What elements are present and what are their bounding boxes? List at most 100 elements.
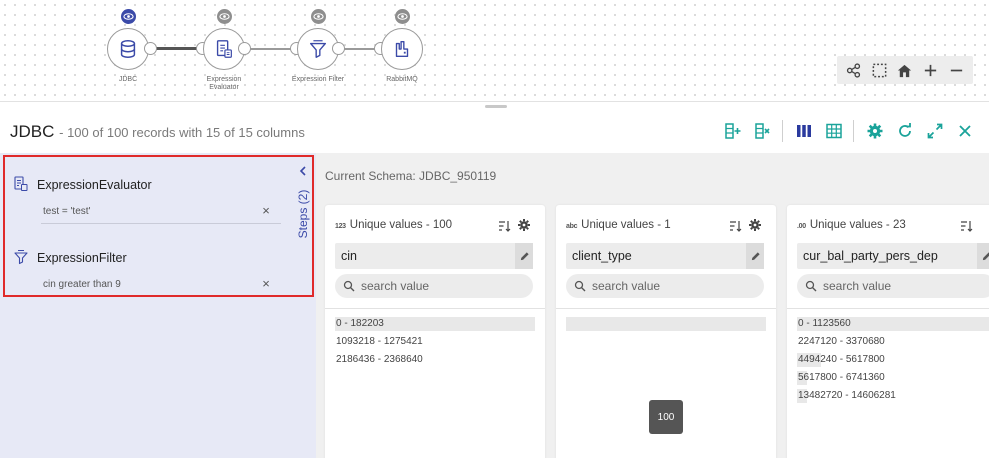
value-ranges	[566, 317, 766, 335]
count-tooltip: 100	[649, 400, 683, 434]
preview-header: JDBC - 100 of 100 records with 15 of 15 …	[0, 112, 989, 152]
search-input[interactable]	[361, 278, 521, 294]
node-label: RabbitMQ	[386, 76, 418, 83]
node-label: JDBC	[118, 76, 138, 83]
value-range-item[interactable]: 2186436 - 2368640	[335, 353, 535, 371]
node-output-port[interactable]	[238, 42, 251, 55]
column-header: 123 Unique values - 100 cin	[325, 205, 545, 309]
add-column-icon[interactable]	[719, 118, 747, 144]
zoom-out-icon[interactable]	[944, 58, 968, 82]
value-range-item[interactable]: 5617800 - 6741360	[797, 371, 989, 389]
range-bar	[566, 317, 766, 331]
current-schema: Current Schema: JDBC_950119	[325, 169, 497, 183]
range-label: 5617800 - 6741360	[798, 372, 885, 383]
toolbar-divider	[853, 120, 854, 142]
preview-eye-icon[interactable]	[217, 9, 232, 24]
edit-icon[interactable]	[515, 243, 533, 269]
pipeline-node-jdbc[interactable]	[107, 28, 149, 70]
select-box-icon[interactable]	[867, 58, 891, 82]
data-preview: Current Schema: JDBC_950119 123 Unique va…	[316, 153, 989, 458]
column-name-field[interactable]: cur_bal_party_pers_dep	[797, 243, 989, 269]
value-ranges: 0 - 182203 1093218 - 1275421 2186436 - 236…	[335, 317, 535, 371]
string-type-icon: abc	[566, 223, 578, 230]
filter-icon	[309, 40, 327, 58]
gear-icon[interactable]	[517, 218, 531, 232]
chevron-left-icon[interactable]	[297, 165, 309, 177]
zoom-in-icon[interactable]	[919, 58, 943, 82]
column-card: 123Unique values - 100 cin 0 - 182203 109…	[325, 205, 545, 458]
pipeline-node-rabbitmq[interactable]	[381, 28, 423, 70]
search-field[interactable]	[335, 274, 533, 298]
step-title: ExpressionFilter	[37, 251, 127, 265]
column-name: cin	[341, 249, 357, 263]
table-view-icon[interactable]	[820, 118, 848, 144]
steps-label: Steps (2)	[296, 189, 310, 239]
stage-title: JDBC	[10, 122, 55, 141]
search-input[interactable]	[592, 278, 752, 294]
value-range-item[interactable]: 13482720 - 14606281	[797, 389, 989, 407]
value-range-item[interactable]: 0 - 182203	[335, 317, 535, 335]
sort-icon[interactable]	[497, 219, 511, 233]
decimal-type-icon: .00	[797, 223, 806, 230]
preview-eye-icon[interactable]	[121, 9, 136, 24]
value-range-item[interactable]: 0 - 1123560	[797, 317, 989, 335]
settings-icon[interactable]	[861, 118, 889, 144]
preview-eye-icon[interactable]	[395, 9, 410, 24]
toolbar-divider	[782, 120, 783, 142]
unique-values: .00 Unique values - 23	[797, 219, 906, 231]
column-header: .00 Unique values - 23 cur_bal_party_pers…	[787, 205, 989, 309]
value-range-item[interactable]: 2247120 - 3370680	[797, 335, 989, 353]
preview-eye-icon[interactable]	[311, 9, 326, 24]
step-title: ExpressionEvaluator	[37, 178, 152, 192]
numeric-type-icon: 123	[335, 223, 346, 230]
share-nodes-icon[interactable]	[842, 58, 866, 82]
range-label: 4494240 - 5617800	[798, 354, 885, 365]
remove-step-icon[interactable]: ×	[259, 203, 273, 218]
column-name-field[interactable]: cin	[335, 243, 533, 269]
preview-toolbar	[717, 118, 979, 144]
node-output-port[interactable]	[332, 42, 345, 55]
column-card: .00 Unique values - 23 cur_bal_party_pers…	[787, 205, 989, 458]
gear-icon[interactable]	[748, 218, 762, 232]
column-name: client_type	[572, 249, 632, 263]
range-label: 1093218 - 1275421	[336, 336, 423, 347]
search-field[interactable]	[797, 274, 989, 298]
value-range-item[interactable]: 4494240 - 5617800	[797, 353, 989, 371]
value-range-item[interactable]: 1093218 - 1275421	[335, 335, 535, 353]
remove-step-icon[interactable]: ×	[259, 276, 273, 291]
value-range-item[interactable]	[566, 317, 766, 335]
search-field[interactable]	[566, 274, 764, 298]
step-description: test = 'test'	[43, 206, 91, 217]
steps-list: ExpressionEvaluator test = 'test' × Expr…	[3, 155, 314, 297]
edit-icon[interactable]	[746, 243, 764, 269]
search-icon	[343, 280, 355, 292]
search-icon	[805, 280, 817, 292]
node-label: Expression Filter	[291, 76, 345, 83]
resize-handle[interactable]	[485, 105, 507, 108]
filter-icon	[14, 250, 28, 265]
column-name-field[interactable]: client_type	[566, 243, 764, 269]
close-icon[interactable]	[951, 118, 979, 144]
database-icon	[120, 40, 136, 58]
value-ranges: 0 - 1123560 2247120 - 3370680 4494240 - 56…	[797, 317, 989, 407]
home-icon[interactable]	[893, 58, 917, 82]
sort-icon[interactable]	[728, 219, 742, 233]
step-divider	[41, 223, 281, 224]
edit-icon[interactable]	[977, 243, 989, 269]
sort-icon[interactable]	[959, 219, 973, 233]
search-input[interactable]	[823, 278, 983, 294]
node-output-port[interactable]	[144, 42, 157, 55]
pipeline-canvas[interactable]: JDBC Expression Evaluator Expression Fil…	[0, 0, 989, 102]
page-title: JDBC - 100 of 100 records with 15 of 15 …	[10, 122, 305, 142]
expression-evaluator-icon	[14, 176, 28, 191]
refresh-icon[interactable]	[891, 118, 919, 144]
columns-view-icon[interactable]	[790, 118, 818, 144]
range-label: 13482720 - 14606281	[798, 390, 896, 401]
rabbitmq-icon	[395, 40, 409, 58]
steps-toggle[interactable]: Steps (2)	[295, 165, 311, 245]
range-label	[566, 318, 567, 329]
remove-column-icon[interactable]	[749, 118, 777, 144]
expand-icon[interactable]	[921, 118, 949, 144]
column-card: abcUnique values - 1 client_type 100	[556, 205, 776, 458]
expression-evaluator-icon	[216, 40, 232, 58]
